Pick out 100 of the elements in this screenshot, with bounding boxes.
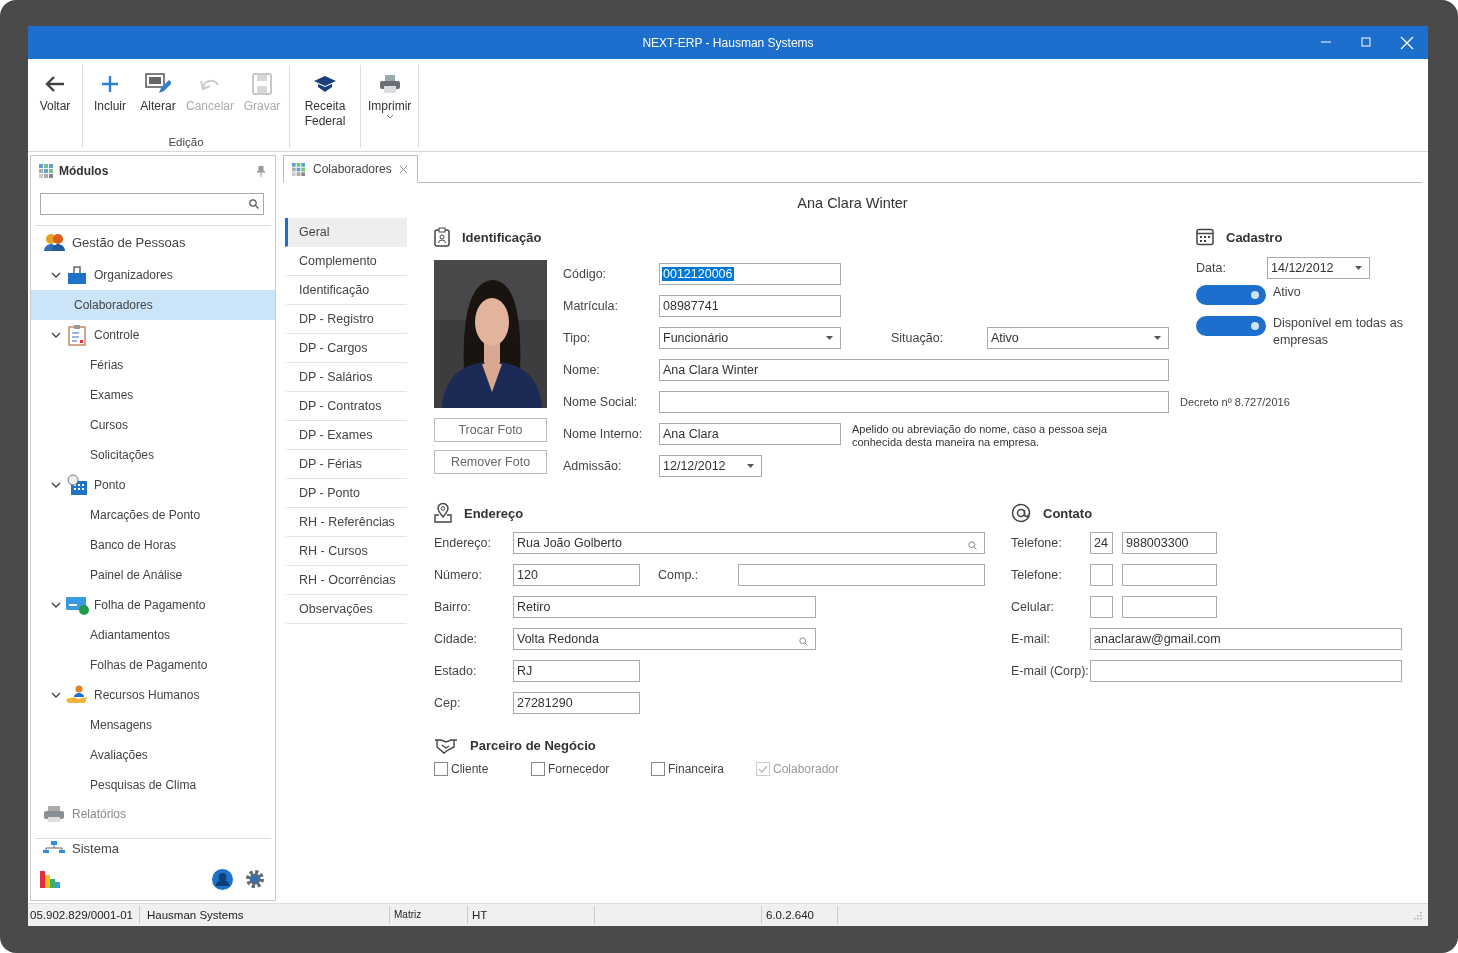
form-tab[interactable]: RH - Cursos — [285, 537, 407, 566]
close-icon[interactable] — [399, 165, 407, 173]
toggle-switch[interactable] — [1196, 316, 1266, 336]
tree-item[interactable]: Controle — [35, 320, 271, 350]
input-field[interactable]: Rua João Golberto — [513, 532, 985, 554]
form-tab[interactable]: DP - Férias — [285, 450, 407, 479]
tree-item[interactable]: Painel de Análise — [35, 560, 271, 590]
toggle-switch[interactable] — [1196, 285, 1266, 305]
toolbar-button[interactable]: Imprimir — [364, 65, 416, 148]
checkbox[interactable] — [531, 762, 545, 776]
caret-icon — [1154, 336, 1161, 340]
form-tab[interactable]: Identificação — [285, 276, 407, 305]
form-tab[interactable]: Observações — [285, 595, 407, 624]
input-field[interactable]: 27281290 — [513, 692, 640, 714]
chevron-icon[interactable] — [51, 481, 61, 489]
tree-item[interactable]: Folha de Pagamento — [35, 590, 271, 620]
tree-item[interactable]: Recursos Humanos — [35, 680, 271, 710]
tree-item[interactable]: Solicitações — [35, 440, 271, 470]
input-field[interactable] — [1090, 564, 1113, 586]
form-tab[interactable]: DP - Cargos — [285, 334, 407, 363]
tree-item[interactable]: Ponto — [35, 470, 271, 500]
field-label: Código: — [563, 266, 608, 282]
tree-item[interactable]: Colaboradores — [31, 290, 275, 320]
input-field[interactable]: 0012120006 — [659, 263, 841, 285]
field-label: Nome: — [563, 362, 601, 378]
field-label: Cidade: — [434, 631, 479, 647]
form-tab[interactable]: DP - Salários — [285, 363, 407, 392]
input-field[interactable]: 08987741 — [659, 295, 841, 317]
status-text: HT — [468, 906, 595, 924]
photo-button[interactable]: Trocar Foto — [434, 418, 547, 442]
toolbar-button[interactable]: Alterar — [134, 65, 182, 136]
network-icon — [43, 841, 65, 853]
chevron-icon[interactable] — [51, 601, 61, 609]
chevron-icon[interactable] — [51, 691, 61, 699]
toggle-label: Disponível em todas as empresas — [1273, 315, 1404, 349]
user-avatar-icon[interactable] — [212, 868, 233, 890]
input-field[interactable] — [738, 564, 985, 586]
photo-button[interactable]: Remover Foto — [434, 450, 547, 474]
tree-item[interactable]: Mensagens — [35, 710, 271, 740]
input-field[interactable] — [1122, 564, 1217, 586]
field-label: Telefone: — [1011, 535, 1063, 551]
tree-item[interactable]: Cursos — [35, 410, 271, 440]
tree-item[interactable]: Exames — [35, 380, 271, 410]
maximize-icon[interactable] — [1360, 36, 1372, 48]
form-tab[interactable]: Geral — [285, 218, 407, 247]
dropdown-field[interactable]: 12/12/2012 — [659, 455, 762, 477]
status-text: Hausman Systems — [140, 906, 390, 924]
tree-item[interactable]: Sistema — [35, 839, 271, 859]
dropdown-field[interactable]: Funcionário — [659, 327, 841, 349]
field-label: Telefone: — [1011, 567, 1063, 583]
checkbox[interactable] — [434, 762, 448, 776]
field-label: Tipo: — [563, 330, 592, 346]
form-tab[interactable]: DP - Exames — [285, 421, 407, 450]
input-field[interactable]: 24 — [1090, 532, 1113, 554]
input-field[interactable]: Retiro — [513, 596, 816, 618]
form-tab[interactable]: DP - Contratos — [285, 392, 407, 421]
dropdown-field[interactable]: Ativo — [987, 327, 1169, 349]
input-field[interactable] — [1090, 596, 1113, 618]
tree-item[interactable]: Gestão de Pessoas — [35, 228, 271, 256]
chevron-icon[interactable] — [51, 331, 61, 339]
checkbox[interactable] — [651, 762, 665, 776]
toolbar-button[interactable]: Receita Federal — [293, 65, 358, 148]
tree-item[interactable]: Avaliações — [35, 740, 271, 770]
form-tab[interactable]: Complemento — [285, 247, 407, 276]
input-field[interactable]: 120 — [513, 564, 640, 586]
tree-item[interactable]: Adiantamentos — [35, 620, 271, 650]
field-label: Data: — [1196, 260, 1227, 276]
input-field[interactable]: anaclaraw@gmail.com — [1090, 628, 1402, 650]
settings-icon[interactable] — [245, 869, 265, 889]
form-tab[interactable]: DP - Ponto — [285, 479, 407, 508]
field-label: E-mail (Corp): — [1011, 663, 1090, 679]
toolbar-button[interactable]: Voltar — [31, 65, 79, 148]
tree-item[interactable]: Banco de Horas — [35, 530, 271, 560]
chevron-icon[interactable] — [51, 271, 61, 279]
tree-item[interactable]: Férias — [35, 350, 271, 380]
form-tab[interactable]: RH - Referências — [285, 508, 407, 537]
input-field[interactable]: Ana Clara Winter — [659, 359, 1169, 381]
document-tab[interactable]: Colaboradores — [283, 155, 418, 183]
dropdown-field[interactable]: 14/12/2012 — [1267, 257, 1370, 279]
card-money-icon — [65, 595, 89, 615]
toolbar-button[interactable]: Incluir — [86, 65, 134, 136]
resize-grip-icon[interactable] — [1413, 910, 1422, 920]
form-tab[interactable]: DP - Registro — [285, 305, 407, 334]
printer-icon — [378, 74, 401, 94]
input-field[interactable] — [1122, 596, 1217, 618]
tree-item[interactable]: Folhas de Pagamento — [35, 650, 271, 680]
input-field[interactable]: Volta Redonda — [513, 628, 816, 650]
input-field[interactable]: RJ — [513, 660, 640, 682]
pin-icon[interactable] — [257, 165, 265, 177]
back-arrow-icon — [45, 75, 65, 93]
section-title: Endereço — [464, 505, 524, 521]
input-field[interactable] — [1090, 660, 1402, 682]
search-field[interactable] — [40, 193, 264, 215]
tree-item[interactable]: Marcações de Ponto — [35, 500, 271, 530]
input-field[interactable] — [659, 391, 1169, 413]
tree-item[interactable]: Pesquisas de Clima — [35, 770, 271, 800]
input-field[interactable]: Ana Clara — [659, 423, 841, 445]
form-tab[interactable]: RH - Ocorrências — [285, 566, 407, 595]
tree-item[interactable]: Organizadores — [35, 260, 271, 290]
input-field[interactable]: 988003300 — [1122, 532, 1217, 554]
